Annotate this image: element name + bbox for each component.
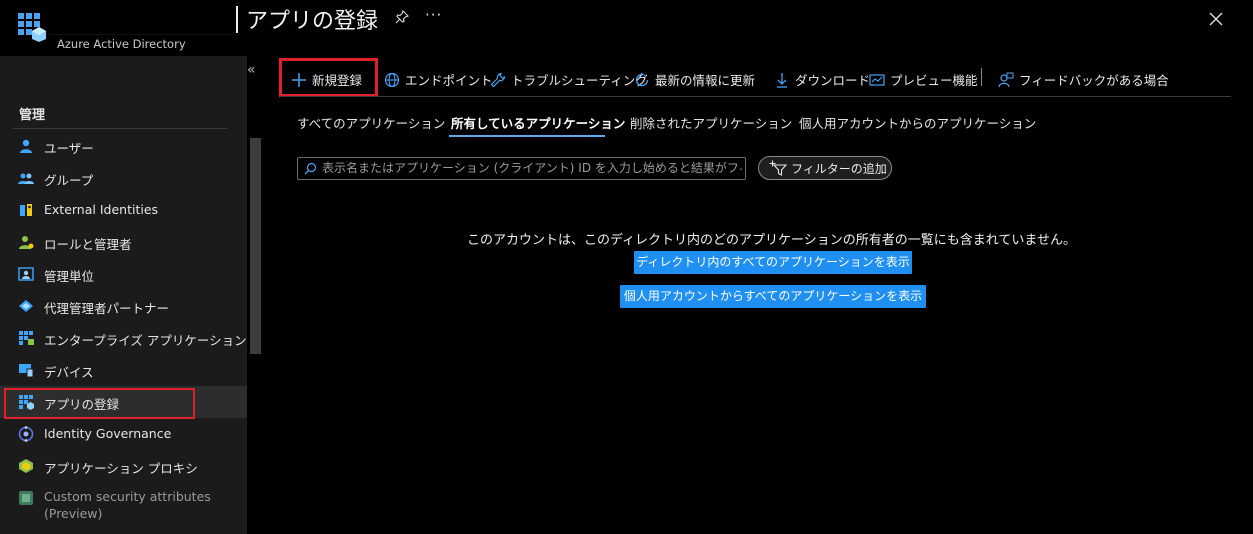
refresh-icon xyxy=(635,72,649,87)
user-icon xyxy=(20,139,32,153)
group-icon xyxy=(18,173,34,184)
sidebar-item-label: グループ xyxy=(44,173,94,188)
download-label: ダウンロード xyxy=(795,73,871,88)
add-filter-icon xyxy=(769,160,787,176)
troubleshooting-label: トラブルシューティング xyxy=(511,73,648,88)
search-input[interactable] xyxy=(322,158,742,178)
sidebar-item-enterprise-apps[interactable]: エンタープライズ アプリケーション xyxy=(0,322,247,354)
app-proxy-icon xyxy=(19,459,33,473)
endpoints-button[interactable]: エンドポイント xyxy=(384,70,493,90)
service-subtitle: Azure Active Directory xyxy=(57,37,186,51)
more-options-icon[interactable]: ··· xyxy=(425,6,442,24)
external-identities-icon xyxy=(20,204,32,216)
sidebar-item-label: エンタープライズ アプリケーション xyxy=(44,333,247,348)
governance-icon xyxy=(18,426,34,442)
tab-deleted-applications[interactable]: 削除されたアプリケーション xyxy=(630,113,792,132)
troubleshooting-button[interactable]: トラブルシューティング xyxy=(490,70,648,90)
feedback-icon xyxy=(998,72,1014,88)
sidebar-item-identity-governance[interactable]: Identity Governance xyxy=(0,418,247,450)
partner-icon xyxy=(19,300,33,312)
sidebar-item-partners[interactable]: 代理管理者パートナー xyxy=(0,290,247,322)
highlight-frame-app-registrations xyxy=(4,388,195,419)
sidebar-item-users[interactable]: ユーザー xyxy=(0,130,247,162)
sidebar-item-label: Custom security attributes (Preview) xyxy=(44,489,211,521)
sidebar-item-label: External Identities xyxy=(44,202,159,217)
selected-tab-indicator xyxy=(449,135,605,137)
download-button[interactable]: ダウンロード xyxy=(774,70,870,90)
sidebar-item-custom-security-attributes[interactable]: Custom security attributes (Preview) xyxy=(0,484,247,524)
sidebar-section-label: 管理 xyxy=(19,108,46,123)
tab-personal-account-applications[interactable]: 個人用アカウントからのアプリケーション xyxy=(799,113,1036,132)
endpoints-label: エンドポイント xyxy=(405,73,493,88)
sidebar-item-groups[interactable]: グループ xyxy=(0,162,247,194)
search-icon xyxy=(304,162,317,175)
device-icon xyxy=(19,364,34,378)
enterprise-apps-icon xyxy=(19,331,34,345)
highlight-frame-new-registration xyxy=(279,58,378,97)
sidebar-item-label: アプリケーション プロキシ xyxy=(44,461,198,476)
tab-all-applications[interactable]: すべてのアプリケーション xyxy=(297,113,445,132)
sidebar-item-label: ユーザー xyxy=(44,141,94,156)
collapse-sidebar-icon[interactable]: « xyxy=(247,62,256,78)
sidebar-item-devices[interactable]: デバイス xyxy=(0,354,247,386)
preview-icon xyxy=(869,74,885,86)
sidebar-item-external-identities[interactable]: External Identities xyxy=(0,194,247,226)
preview-features-button[interactable]: プレビュー機能 xyxy=(869,70,978,90)
title-separator xyxy=(236,6,238,33)
feedback-button[interactable]: フィードバックがある場合 xyxy=(998,70,1169,90)
sidebar-item-label: Identity Governance xyxy=(44,426,172,441)
close-icon[interactable] xyxy=(1207,10,1225,28)
sidebar-item-label: 管理単位 xyxy=(44,269,95,284)
refresh-button[interactable]: 最新の情報に更新 xyxy=(634,70,755,90)
toolbar-divider xyxy=(280,96,1231,97)
azure-ad-logo-icon xyxy=(18,13,46,42)
tab-owned-applications[interactable]: 所有しているアプリケーション xyxy=(451,113,625,132)
sidebar-section-divider xyxy=(13,128,227,129)
admin-units-icon xyxy=(18,267,34,281)
download-icon xyxy=(777,73,787,88)
redacted-tenant-name xyxy=(50,0,232,35)
toolbar-separator xyxy=(981,68,982,86)
page-title: アプリの登録 xyxy=(246,9,379,34)
view-all-personal-apps-button[interactable]: 個人用アカウントからすべてのアプリケーションを表示 xyxy=(620,285,926,308)
sidebar-item-admin-units[interactable]: 管理単位 xyxy=(0,258,247,290)
wrench-icon xyxy=(490,72,506,88)
empty-state-message: このアカウントは、このディレクトリ内のどのアプリケーションの所有者の一覧にも含ま… xyxy=(466,233,1077,248)
add-filter-label: フィルターの追加 xyxy=(791,162,887,176)
globe-icon xyxy=(384,72,400,88)
sidebar-item-label: 代理管理者パートナー xyxy=(44,301,170,316)
refresh-label: 最新の情報に更新 xyxy=(655,73,756,88)
custom-attributes-icon xyxy=(19,491,33,505)
sidebar-item-app-proxy[interactable]: アプリケーション プロキシ xyxy=(0,450,247,482)
preview-label: プレビュー機能 xyxy=(890,73,978,88)
feedback-label: フィードバックがある場合 xyxy=(1019,73,1169,88)
sidebar-item-label: デバイス xyxy=(44,365,94,380)
view-all-directory-apps-button[interactable]: ディレクトリ内のすべてのアプリケーションを表示 xyxy=(634,251,912,274)
pin-icon[interactable] xyxy=(394,9,410,25)
